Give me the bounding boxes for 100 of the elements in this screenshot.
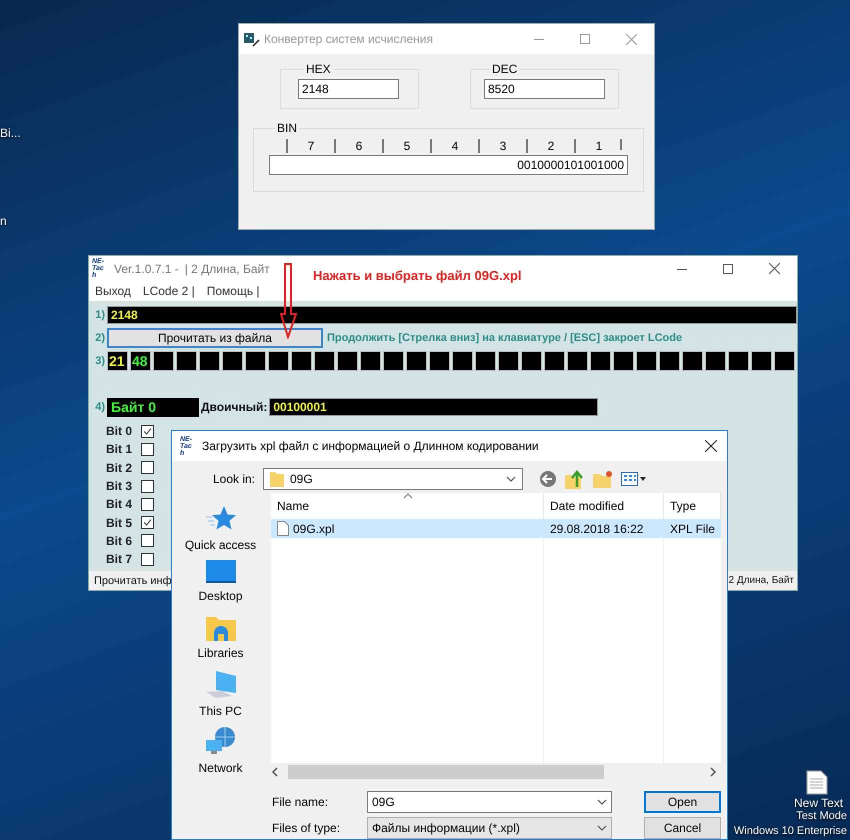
bit-label: Bit 3	[106, 479, 134, 494]
byte-cell	[406, 351, 427, 371]
hex-value-field[interactable]: 2148	[106, 306, 797, 324]
byte-value: 21	[109, 353, 125, 369]
view-menu-icon[interactable]	[621, 471, 647, 487]
bit-label: Bit 4	[106, 497, 134, 512]
maximize-icon[interactable]	[723, 264, 733, 274]
status-text: 2 Длина, Байт	[728, 575, 794, 586]
file-row-name[interactable]: 09G.xpl	[271, 519, 544, 538]
desktop-icon-label[interactable]: n	[0, 214, 7, 228]
file-type-dropdown[interactable]: Файлы информации (*.xpl)	[367, 817, 612, 839]
sort-caret-icon	[403, 493, 413, 499]
hint-text: Продолжить [Стрелка вниз] на клавиатуре / [ESC] закроет LCode	[327, 332, 682, 344]
chevron-icon[interactable]	[597, 799, 607, 805]
byte-cell	[337, 351, 358, 371]
dialog-title: Загрузить xpl файл с информацией о Длинном кодировании	[202, 439, 539, 453]
bit-label: Bit 7	[106, 552, 134, 566]
checkbox[interactable]	[141, 552, 154, 566]
row-number: 1)	[94, 309, 106, 321]
document-icon[interactable]	[806, 770, 828, 795]
column-header[interactable]: Type	[670, 499, 696, 513]
desktop-icon-label[interactable]: Bi...	[0, 126, 21, 140]
byte-cell	[567, 351, 588, 371]
byte-cell	[291, 351, 312, 371]
back-icon[interactable]	[539, 470, 557, 488]
file-icon	[277, 521, 289, 536]
place-label[interactable]: This PC	[199, 704, 242, 718]
checkbox[interactable]	[141, 442, 154, 456]
menu-item[interactable]: Выход	[95, 284, 131, 298]
desktop-icon-label[interactable]: New Text	[794, 796, 844, 810]
place-label[interactable]: Libraries	[197, 646, 244, 660]
look-in-dropdown[interactable]: 09G	[263, 468, 523, 490]
place-label[interactable]: Desktop	[198, 589, 243, 604]
byte-cell	[268, 351, 289, 371]
scroll-left-icon[interactable]	[271, 767, 279, 777]
annotation-text: Нажать и выбрать файл 09G.xpl	[313, 268, 522, 283]
byte-cell	[728, 351, 749, 371]
bit-group-number: 7	[308, 139, 314, 153]
byte-cell	[429, 351, 450, 371]
checkbox[interactable]	[141, 480, 154, 493]
byte-cell	[383, 351, 404, 371]
bit-group-number: 4	[452, 139, 458, 153]
watermark-text: Test Mode	[796, 810, 847, 822]
byte-value: 48	[132, 353, 148, 369]
column-header[interactable]: Name	[277, 499, 310, 513]
place-label[interactable]: Network	[198, 760, 242, 775]
bin-field[interactable]: 0010000101001000	[269, 155, 628, 175]
checkbox[interactable]	[141, 461, 154, 474]
cancel-button[interactable]: Cancel	[644, 817, 721, 839]
hex-field[interactable]: 2148	[298, 79, 399, 99]
chevron-icon[interactable]	[506, 476, 516, 482]
new-folder-icon[interactable]	[593, 470, 613, 488]
binary-label: Двоичный:	[201, 400, 268, 414]
file-type: XPL File	[670, 522, 715, 536]
watermark-text: Windows 10 Enterprise	[734, 825, 847, 837]
checkbox[interactable]	[141, 534, 154, 548]
status-text: Прочитать инф	[94, 574, 172, 586]
checkbox[interactable]	[141, 498, 154, 511]
byte-cell	[751, 351, 772, 371]
binary-value-field[interactable]: 00100001	[269, 398, 598, 416]
byte-cell	[245, 351, 266, 371]
byte-cell	[774, 351, 795, 371]
menu-item[interactable]: Помощь |	[206, 284, 260, 298]
file-name-label: File name:	[272, 795, 330, 809]
read-file-button[interactable]: Прочитать из файла	[107, 328, 323, 348]
bit-group-number: 2	[548, 139, 554, 153]
scroll-right-icon[interactable]	[709, 767, 717, 777]
window-subtitle: | 2 Длина, Байт	[184, 262, 270, 276]
file-name-field[interactable]: 09G	[367, 791, 612, 813]
byte-cell	[705, 351, 726, 371]
window-title: Ver.1.0.7.1 -	[114, 262, 179, 276]
bit-group-number: 3	[500, 139, 506, 153]
byte-cell	[636, 351, 657, 371]
file-name: 09G.xpl	[293, 522, 334, 536]
column-header[interactable]: Date modified	[550, 499, 624, 513]
menu-item[interactable]: LCode 2 |	[142, 284, 195, 298]
up-folder-icon[interactable]	[565, 469, 585, 489]
group-label: BIN	[276, 121, 298, 135]
close-icon[interactable]	[769, 263, 780, 274]
byte-cell	[544, 351, 565, 371]
place-label[interactable]: Quick access	[184, 538, 256, 552]
byte-cell	[613, 351, 634, 371]
dec-field[interactable]: 8520	[484, 79, 605, 99]
byte-cell	[199, 351, 220, 371]
row-number: 3)	[94, 355, 106, 367]
library-folder-icon	[206, 615, 236, 642]
open-button[interactable]: Open	[644, 791, 721, 813]
bit-label: Bit 2	[106, 460, 134, 475]
network-globe-icon	[206, 726, 236, 756]
byte-cell	[153, 351, 174, 371]
bit-group-number: 5	[404, 139, 410, 153]
byte-cell	[498, 351, 519, 371]
bit-label: Bit 1	[106, 442, 134, 456]
chevron-icon[interactable]	[597, 825, 607, 831]
look-in-label: Look in:	[212, 472, 256, 486]
close-icon[interactable]	[705, 440, 717, 452]
window-title: Конвертер систем исчисления	[264, 32, 434, 46]
checkbox[interactable]	[141, 424, 154, 438]
checkbox[interactable]	[141, 516, 154, 530]
file-date: 29.08.2018 16:22	[550, 522, 644, 536]
